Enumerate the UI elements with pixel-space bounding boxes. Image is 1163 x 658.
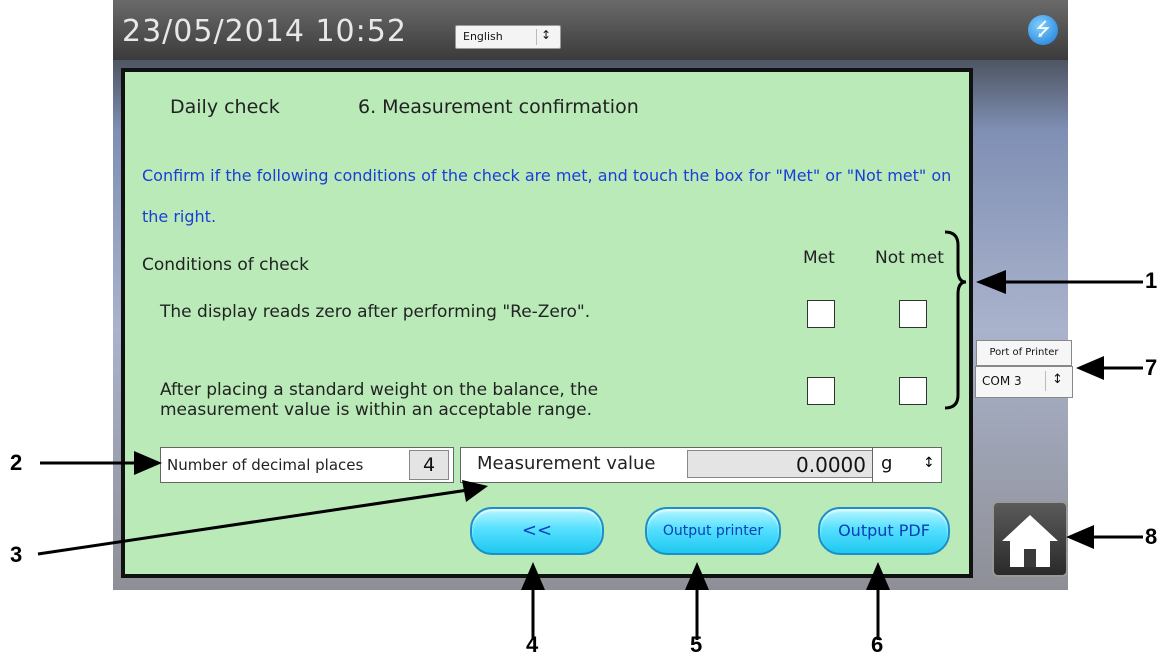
callout-number-2: 2 [10, 450, 23, 475]
arrow-8-head [1066, 525, 1094, 549]
callout-number-7: 7 [1145, 355, 1158, 380]
arrow-5-head [685, 562, 709, 590]
callout-number-1: 1 [1145, 268, 1158, 293]
callout-number-8: 8 [1145, 524, 1158, 549]
callout-number-5: 5 [690, 632, 703, 657]
arrow-6-head [866, 562, 890, 590]
callout-arrows [37, 230, 1143, 640]
callout-number-3: 3 [10, 542, 23, 567]
bracket-1 [944, 230, 967, 410]
callout-number-6: 6 [871, 632, 884, 657]
arrow-2-head [134, 451, 162, 475]
arrow-3-line [37, 488, 469, 556]
arrow-1-head [976, 270, 1006, 294]
callout-number-4: 4 [526, 632, 539, 657]
arrow-3-head [462, 480, 488, 502]
arrow-7-head [1076, 356, 1104, 380]
arrow-4-head [521, 562, 545, 590]
